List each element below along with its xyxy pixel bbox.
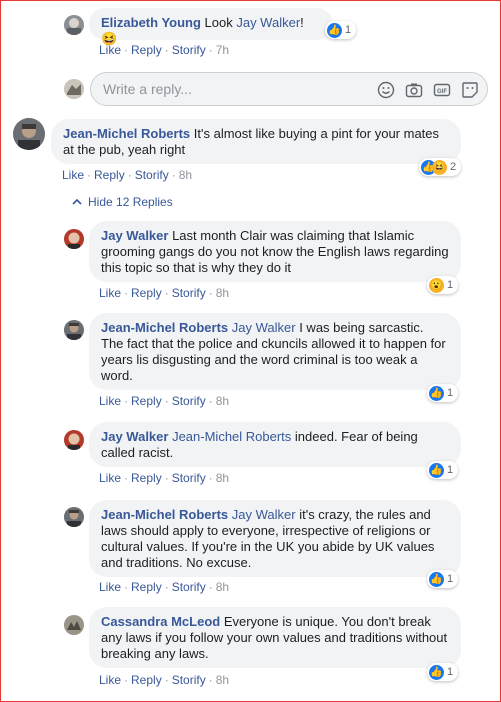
- hide-replies-toggle[interactable]: Hide 12 Replies: [72, 195, 173, 209]
- storify-link[interactable]: Storify: [172, 43, 206, 57]
- reaction-summary[interactable]: 👍 1: [427, 384, 459, 402]
- comment-actions: Like · Reply · Storify · 8h: [99, 286, 230, 300]
- chevron-up-icon: [72, 198, 82, 205]
- avatar[interactable]: [64, 229, 84, 249]
- storify-link[interactable]: Storify: [172, 673, 206, 687]
- reply-link[interactable]: Reply: [131, 394, 162, 408]
- storify-link[interactable]: Storify: [172, 580, 206, 594]
- smiley-icon[interactable]: [377, 81, 395, 99]
- reply-link[interactable]: Reply: [94, 168, 125, 182]
- like-link[interactable]: Like: [99, 286, 121, 300]
- storify-link[interactable]: Storify: [172, 286, 206, 300]
- reply-box[interactable]: GIF: [90, 72, 488, 106]
- wow-icon: 😮: [429, 277, 444, 293]
- comment-actions: Like · Reply · Storify · 8h: [99, 673, 230, 687]
- like-icon: 👍: [327, 22, 342, 38]
- reaction-summary[interactable]: 👍 1: [427, 663, 459, 681]
- like-link[interactable]: Like: [62, 168, 84, 182]
- comment-mention[interactable]: Jay Walker: [232, 320, 296, 335]
- comment-bubble: Jay Walker Jean-Michel Roberts indeed. F…: [89, 422, 461, 467]
- comment-bubble: Cassandra McLeod Everyone is unique. You…: [89, 607, 461, 668]
- timestamp[interactable]: 8h: [216, 673, 229, 687]
- comment-author[interactable]: Jay Walker: [101, 228, 168, 243]
- comment-text: Look: [200, 15, 237, 30]
- comment-mention[interactable]: Jay Walker: [232, 507, 296, 522]
- timestamp[interactable]: 8h: [179, 168, 192, 182]
- reaction-summary[interactable]: 👍 1: [427, 461, 459, 479]
- timestamp[interactable]: 8h: [216, 471, 229, 485]
- like-link[interactable]: Like: [99, 580, 121, 594]
- comment-author[interactable]: Jean-Michel Roberts: [101, 507, 228, 522]
- comment-bubble: Jean-Michel Roberts Jay Walker it's craz…: [89, 500, 461, 577]
- like-icon: 👍: [429, 385, 444, 401]
- timestamp[interactable]: 8h: [216, 286, 229, 300]
- avatar[interactable]: [13, 118, 45, 150]
- reaction-summary[interactable]: 👍 😆 2: [419, 158, 462, 176]
- reaction-summary[interactable]: 😮 1: [427, 276, 459, 294]
- storify-link[interactable]: Storify: [172, 471, 206, 485]
- reply-link[interactable]: Reply: [131, 580, 162, 594]
- avatar[interactable]: [64, 15, 84, 35]
- comment-bubble: Elizabeth Young Look Jay Walker! 😆: [89, 8, 333, 46]
- like-link[interactable]: Like: [99, 394, 121, 408]
- comment-actions: Like · Reply · Storify · 8h: [99, 580, 230, 594]
- comment-author[interactable]: Cassandra McLeod: [101, 614, 220, 629]
- like-link[interactable]: Like: [99, 43, 121, 57]
- timestamp[interactable]: 8h: [216, 580, 229, 594]
- comment-actions: Like · Reply · Storify · 8h: [62, 168, 193, 182]
- comment-author[interactable]: Jean-Michel Roberts: [101, 320, 228, 335]
- reaction-summary[interactable]: 👍 1: [325, 21, 357, 39]
- sticker-icon[interactable]: [461, 81, 479, 99]
- camera-icon[interactable]: [405, 81, 423, 99]
- comment-author[interactable]: Jean-Michel Roberts: [63, 126, 190, 141]
- like-icon: 👍: [429, 571, 444, 587]
- comment-actions: Like · Reply · Storify · 8h: [99, 394, 230, 408]
- svg-text:GIF: GIF: [437, 89, 447, 95]
- comment-actions: Like · Reply · Storify · 7h: [99, 43, 230, 57]
- like-link[interactable]: Like: [99, 673, 121, 687]
- like-link[interactable]: Like: [99, 471, 121, 485]
- avatar[interactable]: [64, 507, 84, 527]
- gif-icon[interactable]: GIF: [433, 81, 451, 99]
- reply-link[interactable]: Reply: [131, 673, 162, 687]
- timestamp[interactable]: 8h: [216, 394, 229, 408]
- avatar[interactable]: [64, 320, 84, 340]
- avatar: [64, 79, 84, 99]
- comment-bubble: Jean-Michel Roberts It's almost like buy…: [51, 119, 461, 164]
- avatar[interactable]: [64, 430, 84, 450]
- haha-icon: 😆: [432, 159, 447, 175]
- reply-input[interactable]: [101, 80, 365, 98]
- reply-link[interactable]: Reply: [131, 43, 162, 57]
- comment-author[interactable]: Jay Walker: [101, 429, 168, 444]
- comment-actions: Like · Reply · Storify · 8h: [99, 471, 230, 485]
- comment-bubble: Jean-Michel Roberts Jay Walker I was bei…: [89, 313, 461, 390]
- reaction-summary[interactable]: 👍 1: [427, 570, 459, 588]
- comment-mention[interactable]: Jean-Michel Roberts: [172, 429, 291, 444]
- comment-bubble: Jay Walker Last month Clair was claiming…: [89, 221, 461, 282]
- storify-link[interactable]: Storify: [172, 394, 206, 408]
- timestamp[interactable]: 7h: [216, 43, 229, 57]
- reply-link[interactable]: Reply: [131, 286, 162, 300]
- avatar[interactable]: [64, 615, 84, 635]
- storify-link[interactable]: Storify: [135, 168, 169, 182]
- comment-mention[interactable]: Jay Walker: [236, 15, 300, 30]
- like-icon: 👍: [429, 462, 444, 478]
- comment-author[interactable]: Elizabeth Young: [101, 15, 201, 30]
- reply-link[interactable]: Reply: [131, 471, 162, 485]
- like-icon: 👍: [429, 664, 444, 680]
